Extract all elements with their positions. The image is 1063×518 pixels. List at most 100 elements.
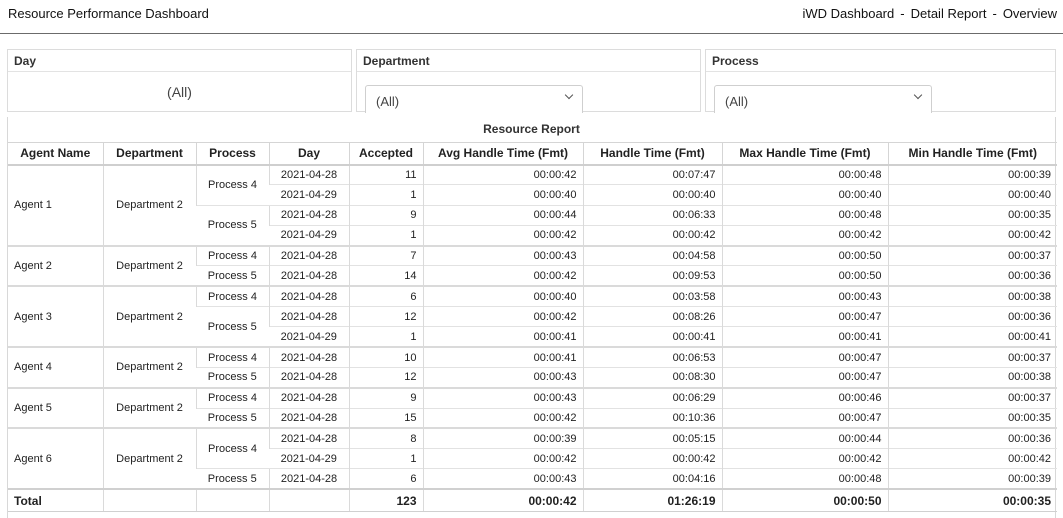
process-cell: Process 4 xyxy=(195,285,269,307)
column-header[interactable]: Agent Name xyxy=(8,142,103,166)
day-cell: 2021-04-28 xyxy=(268,306,349,327)
total-day xyxy=(268,488,349,512)
handle-time-cell: 00:06:53 xyxy=(582,346,722,368)
breadcrumb-detail-report[interactable]: Detail Report xyxy=(911,6,987,21)
breadcrumb-overview[interactable]: Overview xyxy=(1003,6,1057,21)
handle-time-cell: 00:06:33 xyxy=(582,204,722,226)
accepted-cell: 1 xyxy=(348,326,423,348)
handle-time-cell: 00:00:40 xyxy=(582,184,722,206)
accepted-cell: 6 xyxy=(348,285,423,307)
table-row: Agent 3 Department 2 Process 4 2021-04-28 6 0… xyxy=(8,285,1057,348)
accepted-cell: 11 xyxy=(348,163,423,185)
avg-handle-time-cell: 00:00:43 xyxy=(422,386,583,409)
total-max-handle-time: 00:00:50 xyxy=(721,488,888,512)
day-cell: 2021-04-29 xyxy=(269,326,349,348)
handle-time-cell: 00:04:16 xyxy=(582,468,722,490)
max-handle-time-cell: 00:00:42 xyxy=(721,448,888,469)
handle-time-cell: 00:03:58 xyxy=(582,285,722,307)
max-handle-time-cell: 00:00:47 xyxy=(721,407,888,429)
process-cell: Process 4 xyxy=(195,244,269,266)
column-header[interactable]: Department xyxy=(102,142,196,166)
avg-handle-time-cell: 00:00:42 xyxy=(422,448,583,469)
accepted-cell: 1 xyxy=(348,224,423,246)
table-row: Agent 2 Department 2 Process 4 2021-04-28 7 0… xyxy=(8,244,1057,287)
department-cell: Department 2 xyxy=(102,163,196,246)
department-cell: Department 2 xyxy=(102,427,196,490)
max-handle-time-cell: 00:00:44 xyxy=(721,427,888,449)
min-handle-time-cell: 00:00:38 xyxy=(887,285,1057,307)
column-header[interactable]: Accepted xyxy=(348,142,423,166)
total-label: Total xyxy=(8,488,103,512)
handle-time-cell: 00:06:29 xyxy=(582,386,722,409)
chevron-down-icon xyxy=(564,90,574,100)
min-handle-time-cell: 00:00:39 xyxy=(887,163,1057,185)
column-header[interactable]: Process xyxy=(195,142,269,166)
avg-handle-time-cell: 00:00:44 xyxy=(422,204,583,226)
column-header[interactable]: Day xyxy=(268,142,349,166)
process-cell: Process 5 xyxy=(196,407,269,429)
column-header[interactable]: Min Handle Time (Fmt) xyxy=(887,142,1057,166)
min-handle-time-cell: 00:00:37 xyxy=(887,346,1057,368)
handle-time-cell: 00:00:41 xyxy=(582,326,722,348)
agent-name-cell: Agent 6 xyxy=(8,427,103,490)
column-header[interactable]: Avg Handle Time (Fmt) xyxy=(422,142,583,166)
day-cell: 2021-04-28 xyxy=(268,285,349,307)
table-row: Agent 5 Department 2 Process 4 2021-04-28 9 0… xyxy=(8,386,1057,429)
chevron-down-icon xyxy=(913,90,923,100)
avg-handle-time-cell: 00:00:42 xyxy=(422,224,583,246)
department-cell: Department 2 xyxy=(102,386,196,429)
min-handle-time-cell: 00:00:42 xyxy=(887,448,1057,469)
max-handle-time-cell: 00:00:47 xyxy=(721,366,888,388)
accepted-cell: 9 xyxy=(348,204,423,226)
avg-handle-time-cell: 00:00:40 xyxy=(422,184,583,206)
total-min-handle-time: 00:00:35 xyxy=(887,488,1057,512)
resource-report-table: Agent Name Department Process Day Accept… xyxy=(8,142,1057,512)
day-cell: 2021-04-28 xyxy=(268,346,349,368)
column-header[interactable]: Max Handle Time (Fmt) xyxy=(721,142,888,166)
process-select[interactable]: (All) xyxy=(714,85,932,113)
accepted-cell: 10 xyxy=(348,346,423,368)
day-cell: 2021-04-28 xyxy=(268,265,349,287)
accepted-cell: 1 xyxy=(348,184,423,206)
min-handle-time-cell: 00:00:36 xyxy=(887,265,1057,287)
accepted-cell: 1 xyxy=(348,448,423,469)
min-handle-time-cell: 00:00:40 xyxy=(887,184,1057,206)
handle-time-cell: 00:10:36 xyxy=(582,407,722,429)
table-row: Agent 6 Department 2 Process 4 2021-04-28 8 0… xyxy=(8,427,1057,490)
avg-handle-time-cell: 00:00:43 xyxy=(422,244,583,266)
agent-name-cell: Agent 3 xyxy=(8,285,103,348)
min-handle-time-cell: 00:00:37 xyxy=(887,244,1057,266)
day-cell: 2021-04-28 xyxy=(268,204,349,226)
total-accepted: 123 xyxy=(348,488,423,512)
page-title: Resource Performance Dashboard xyxy=(8,6,209,21)
accepted-cell: 6 xyxy=(348,468,423,490)
avg-handle-time-cell: 00:00:39 xyxy=(422,427,583,449)
max-handle-time-cell: 00:00:48 xyxy=(721,468,888,490)
filter-department: Department (All) xyxy=(356,49,701,113)
min-handle-time-cell: 00:00:35 xyxy=(887,407,1057,429)
accepted-cell: 9 xyxy=(348,386,423,409)
day-cell: 2021-04-29 xyxy=(269,224,349,246)
handle-time-cell: 00:05:15 xyxy=(582,427,722,449)
breadcrumb: iWD Dashboard - Detail Report - Overview xyxy=(802,6,1057,21)
filter-day-value[interactable]: (All) xyxy=(8,84,351,100)
avg-handle-time-cell: 00:00:42 xyxy=(422,306,583,327)
handle-time-cell: 00:08:30 xyxy=(582,366,722,388)
total-process xyxy=(195,488,269,512)
max-handle-time-cell: 00:00:43 xyxy=(721,285,888,307)
table-row: Agent 1 Department 2 Process 4 2021-04-28 11… xyxy=(8,163,1057,246)
min-handle-time-cell: 00:00:37 xyxy=(887,386,1057,409)
department-select[interactable]: (All) xyxy=(365,85,583,113)
breadcrumb-iwd-dashboard[interactable]: iWD Dashboard xyxy=(802,6,894,21)
avg-handle-time-cell: 00:00:42 xyxy=(422,163,583,185)
min-handle-time-cell: 00:00:42 xyxy=(887,224,1057,246)
day-cell: 2021-04-28 xyxy=(268,244,349,266)
column-header[interactable]: Handle Time (Fmt) xyxy=(582,142,722,166)
department-cell: Department 2 xyxy=(102,285,196,348)
agent-name-cell: Agent 1 xyxy=(8,163,103,246)
avg-handle-time-cell: 00:00:41 xyxy=(422,346,583,368)
process-cell: Process 5 xyxy=(196,366,269,388)
max-handle-time-cell: 00:00:41 xyxy=(721,326,888,348)
agent-name-cell: Agent 2 xyxy=(8,244,103,287)
min-handle-time-cell: 00:00:36 xyxy=(887,306,1057,327)
